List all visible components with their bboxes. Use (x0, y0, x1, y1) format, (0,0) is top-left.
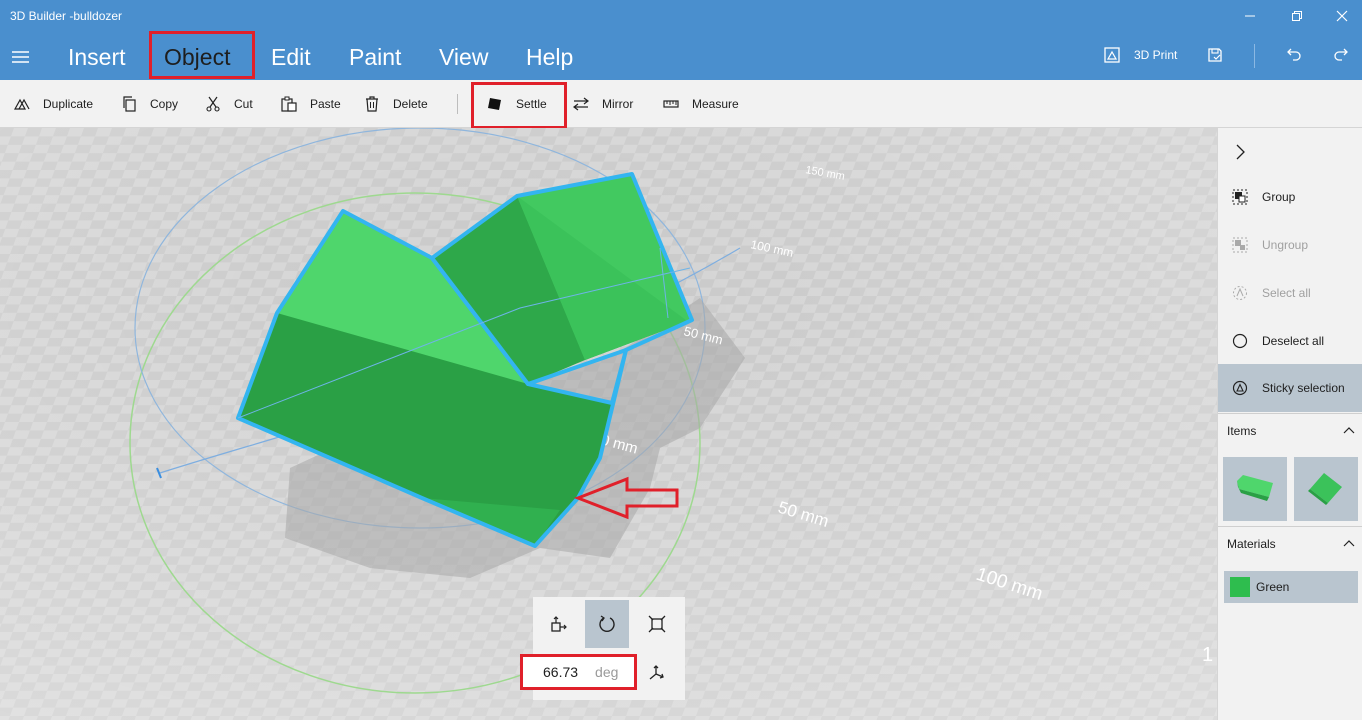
settle-button[interactable]: Settle (487, 94, 547, 114)
menu-paint[interactable]: Paint (349, 42, 401, 72)
mirror-button[interactable]: Mirror (573, 94, 633, 114)
items-header-label: Items (1227, 424, 1257, 438)
hamburger-icon (12, 51, 29, 63)
sticky-selection-label: Sticky selection (1262, 381, 1345, 395)
move-icon (551, 616, 567, 632)
undo-button[interactable] (1285, 46, 1303, 64)
item-thumbnail-body-image (1237, 475, 1273, 501)
hamburger-menu-button[interactable] (10, 47, 32, 67)
chevron-up-icon (1343, 427, 1355, 434)
delete-button[interactable]: Delete (364, 94, 428, 114)
duplicate-button[interactable]: Duplicate (14, 94, 93, 114)
rotate-icon (599, 615, 615, 633)
redo-button[interactable] (1332, 46, 1350, 64)
maximize-button[interactable] (1285, 6, 1309, 26)
menu-view[interactable]: View (439, 42, 488, 72)
mirror-icon (573, 97, 589, 111)
cut-label: Cut (234, 97, 253, 111)
grid-label-edge: 1 (1202, 644, 1213, 666)
minimize-button[interactable] (1238, 6, 1262, 26)
right-panel: Group Ungroup Select all Deselect all St… (1217, 128, 1362, 720)
item-thumbnail-blade-image (1308, 473, 1342, 505)
object-toolbar: Duplicate Copy Cut Paste Delete Settle M… (0, 80, 1362, 128)
3d-print-label: 3D Print (1134, 48, 1178, 62)
paste-icon (281, 96, 297, 112)
sticky-selection-toggle[interactable]: Sticky selection (1218, 364, 1362, 412)
rotate-mode-button[interactable] (585, 600, 629, 648)
measure-label: Measure (692, 97, 739, 111)
close-icon (1336, 10, 1348, 22)
delete-label: Delete (393, 97, 428, 111)
material-label: Green (1256, 580, 1290, 594)
3d-print-button[interactable]: 3D Print (1103, 46, 1177, 64)
group-icon (1232, 189, 1248, 205)
menu-help[interactable]: Help (526, 42, 573, 72)
window-title: 3D Builder -bulldozer (10, 9, 123, 23)
mirror-label: Mirror (602, 97, 634, 111)
toolbar-separator (457, 94, 458, 114)
copy-icon (123, 96, 136, 112)
paste-label: Paste (310, 97, 341, 111)
move-mode-button[interactable] (537, 600, 581, 648)
chevron-right-icon (1236, 144, 1245, 160)
menu-bar: Insert Object Edit Paint View Help 3D Pr… (0, 34, 1362, 80)
save-button[interactable] (1206, 46, 1224, 64)
items-header[interactable]: Items (1218, 413, 1362, 443)
cut-button[interactable]: Cut (205, 94, 253, 114)
ungroup-icon (1232, 237, 1248, 253)
material-green[interactable]: Green (1224, 571, 1358, 603)
title-bar: 3D Builder -bulldozer (0, 0, 1362, 34)
item-thumbnail-blade[interactable] (1294, 457, 1358, 521)
select-all-icon (1233, 286, 1247, 300)
paste-button[interactable]: Paste (281, 94, 341, 114)
redo-icon (1334, 48, 1348, 61)
rotation-unit: deg (595, 664, 619, 680)
copy-button[interactable]: Copy (121, 94, 178, 114)
copy-label: Copy (150, 97, 179, 111)
deselect-all-label: Deselect all (1262, 334, 1325, 348)
select-all-label: Select all (1262, 286, 1311, 300)
deselect-all-icon (1232, 333, 1248, 349)
rotation-value[interactable]: 66.73 (543, 664, 578, 680)
deselect-all-button[interactable]: Deselect all (1218, 317, 1362, 365)
save-icon (1208, 48, 1222, 62)
item-thumbnail-body[interactable] (1223, 457, 1287, 521)
materials-header[interactable]: Materials (1218, 526, 1362, 556)
duplicate-label: Duplicate (43, 97, 94, 111)
ungroup-button[interactable]: Ungroup (1218, 221, 1362, 269)
scale-icon (648, 615, 666, 633)
select-all-button[interactable]: Select all (1218, 269, 1362, 317)
group-label: Group (1262, 190, 1296, 204)
close-button[interactable] (1330, 6, 1354, 26)
sticky-selection-icon (1232, 380, 1248, 396)
material-swatch (1230, 577, 1250, 597)
settle-label: Settle (516, 97, 547, 111)
menu-object[interactable]: Object (164, 42, 230, 72)
materials-header-label: Materials (1227, 537, 1276, 551)
undo-icon (1287, 48, 1301, 61)
trash-icon (366, 96, 378, 112)
menu-separator (1254, 44, 1255, 68)
print-icon (1104, 47, 1120, 63)
ruler-icon (663, 100, 679, 108)
duplicate-icon (14, 98, 30, 110)
restore-icon (1292, 11, 1302, 21)
scissors-icon (206, 96, 220, 112)
menu-insert[interactable]: Insert (68, 42, 126, 72)
ungroup-label: Ungroup (1262, 238, 1309, 252)
group-button[interactable]: Group (1218, 173, 1362, 221)
chevron-up-icon (1343, 540, 1355, 547)
axis-icon (649, 665, 664, 680)
settle-icon (488, 98, 501, 110)
axis-toggle-button[interactable] (635, 649, 679, 697)
scale-mode-button[interactable] (635, 600, 679, 648)
menu-edit[interactable]: Edit (271, 42, 311, 72)
minimize-icon (1245, 15, 1255, 17)
rotation-input[interactable]: 66.73 deg (520, 654, 637, 690)
measure-button[interactable]: Measure (663, 94, 739, 114)
collapse-panel-button[interactable] (1218, 128, 1362, 176)
